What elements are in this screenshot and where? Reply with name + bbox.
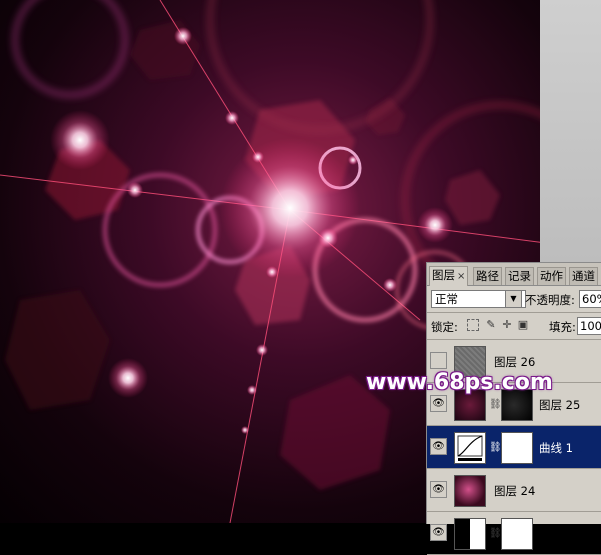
layer-name: 图层 25: [539, 398, 581, 412]
opacity-input[interactable]: 60%: [579, 290, 601, 308]
divider: [427, 312, 601, 313]
brush-lock-icon[interactable]: ✎: [485, 319, 497, 331]
tab-layers-label: 图层: [432, 268, 455, 282]
tab-paths[interactable]: 路径: [473, 267, 502, 285]
curves-graph-icon: [457, 435, 483, 461]
transparent-pixels-lock-icon[interactable]: [467, 319, 479, 331]
tab-channels-label: 通道: [572, 269, 595, 283]
canvas-background-strip: [540, 0, 601, 262]
layer-mask-thumbnail[interactable]: [501, 432, 533, 464]
layer-row[interactable]: 👁 ⛓ 曲线 1: [427, 426, 601, 469]
opacity-label: 不透明度:: [525, 293, 575, 307]
chain-link-icon[interactable]: ⛓: [489, 528, 502, 539]
tab-layers[interactable]: 图层 ×: [429, 266, 469, 286]
layer-name: 图层 26: [494, 355, 536, 369]
fill-label: 填充:: [549, 320, 576, 334]
lock-label: 锁定:: [431, 320, 458, 334]
tab-actions[interactable]: 动作: [537, 267, 566, 285]
curves-icon: [454, 432, 486, 464]
panel-tab-bar: 图层 × 路径 记录 动作 通道: [427, 263, 601, 286]
layer-name: 曲线 1: [539, 441, 573, 455]
chain-link-icon[interactable]: ⛓: [489, 399, 502, 410]
padlock-icon[interactable]: ▣: [517, 319, 529, 331]
layer-name: 亮度/对比度: [539, 527, 601, 541]
move-lock-icon[interactable]: ✛: [501, 319, 513, 331]
layer-name: 图层 24: [494, 484, 536, 498]
chain-link-icon[interactable]: ⛓: [489, 442, 502, 453]
eye-icon[interactable]: 👁: [430, 395, 447, 412]
eye-icon[interactable]: 👁: [430, 481, 447, 498]
tab-paths-label: 路径: [476, 269, 499, 283]
visibility-toggle[interactable]: [430, 352, 447, 369]
fill-input[interactable]: 100%: [577, 317, 601, 335]
layer-row[interactable]: 👁 ⛓ 亮度/对比度: [427, 512, 601, 555]
eye-icon[interactable]: 👁: [430, 524, 447, 541]
tab-history[interactable]: 记录: [505, 267, 534, 285]
tab-channels[interactable]: 通道: [569, 267, 598, 285]
tab-history-label: 记录: [508, 269, 531, 283]
chevron-down-icon[interactable]: ▼: [505, 290, 522, 308]
layer-thumbnail: [454, 475, 486, 507]
eye-icon[interactable]: 👁: [430, 438, 447, 455]
layer-row[interactable]: 👁 图层 24: [427, 469, 601, 512]
watermark: www.68ps.com: [366, 370, 553, 395]
tab-actions-label: 动作: [540, 269, 563, 283]
close-icon[interactable]: ×: [457, 271, 465, 282]
